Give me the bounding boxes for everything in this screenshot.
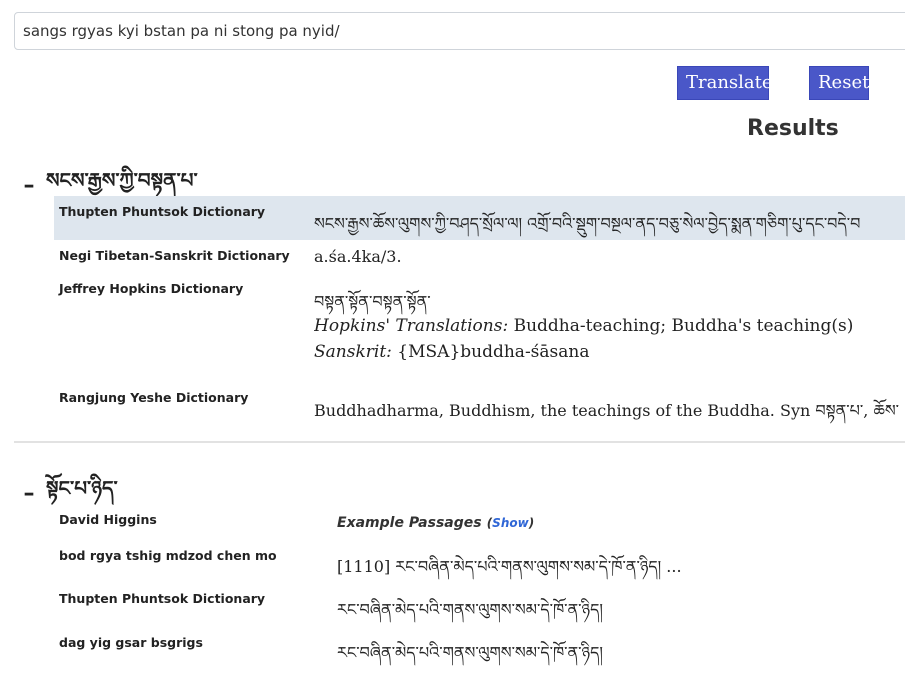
collapse-icon[interactable]: –	[22, 175, 36, 197]
entry-row: Thupten Phuntsok Dictionary རང་བཞིན་མེད་…	[54, 588, 905, 619]
results-title: Results	[747, 116, 839, 141]
entry-row: Thupten Phuntsok Dictionary སངས་རྒྱས་ཆོས…	[54, 196, 905, 240]
entry-row: bod rgya tshig mdzod chen mo [1110] རང་བ…	[54, 544, 905, 576]
dictionary-name: David Higgins	[59, 512, 157, 527]
entry-row: Jeffrey Hopkins Dictionary བསྟན་སྟོན་བསྟ…	[54, 278, 905, 374]
paren-close: )	[528, 516, 535, 530]
collapse-icon[interactable]: –	[22, 483, 36, 505]
dictionary-name: Jeffrey Hopkins Dictionary	[59, 281, 244, 296]
sanskrit-value: {MSA}buddha-śāsana	[397, 342, 590, 362]
example-passages-label: Example Passages	[337, 515, 482, 531]
hopkins-translations: Hopkins' Translations: Buddha-teaching; …	[314, 316, 853, 336]
show-link[interactable]: Show	[492, 516, 529, 530]
example-passages: Example Passages (Show)	[337, 512, 534, 531]
translate-button[interactable]: Translate	[677, 66, 773, 100]
dictionary-name: Thupten Phuntsok Dictionary	[59, 591, 266, 606]
dictionary-name: Rangjung Yeshe Dictionary	[59, 390, 249, 405]
sanskrit-line: Sanskrit: {MSA}buddha-śāsana	[314, 342, 590, 362]
entry-row: dag yig gsar bsgrigs རང་བཞིན་མེད་པའི་གནས…	[54, 632, 905, 662]
entry-row: Rangjung Yeshe Dictionary Buddhadharma, …	[54, 386, 905, 420]
dictionary-name: Thupten Phuntsok Dictionary	[59, 204, 266, 219]
dictionary-name: dag yig gsar bsgrigs	[59, 635, 203, 650]
search-box[interactable]	[14, 12, 905, 50]
reset-button[interactable]: Reset	[809, 66, 869, 100]
sanskrit-label: Sanskrit:	[314, 342, 392, 362]
search-input[interactable]	[15, 13, 905, 49]
dictionary-name: bod rgya tshig mdzod chen mo	[59, 548, 277, 563]
section-divider	[14, 441, 905, 443]
dictionary-name: Negi Tibetan-Sanskrit Dictionary	[59, 248, 290, 263]
entry-row: David Higgins Example Passages (Show)	[54, 508, 905, 536]
translations-value: Buddha-teaching; Buddha's teaching(s)	[513, 316, 854, 336]
entry-text: རང་བཞིན་མེད་པའི་གནས་ལུགས་སམ་དེ་ཁོ་ན་ཉིད།	[337, 600, 603, 619]
entry-text: Buddhadharma, Buddhism, the teachings of…	[314, 401, 899, 420]
translations-label: Hopkins' Translations:	[314, 316, 509, 336]
entry-row: Negi Tibetan-Sanskrit Dictionary a.śa.4k…	[54, 244, 905, 270]
entry-text: a.śa.4ka/3.	[314, 247, 402, 266]
entry-text: རང་བཞིན་མེད་པའི་གནས་ལུགས་སམ་དེ་ཁོ་ན་ཉིད།	[337, 643, 603, 662]
